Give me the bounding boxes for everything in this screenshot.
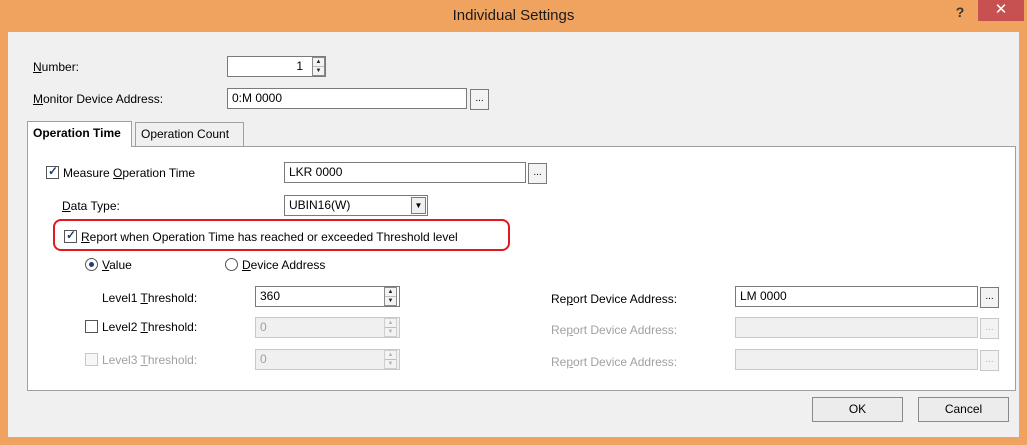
level1-report-pre: Re: [551, 292, 567, 306]
measure-label-pre: Measure: [63, 166, 114, 180]
monitor-address-label: Monitor Device Address:: [33, 92, 163, 106]
level2-threshold-value: 0: [260, 320, 267, 334]
level1-report-address-label: Report Device Address:: [551, 292, 677, 306]
window-title: Individual Settings: [452, 7, 575, 24]
help-button[interactable]: ?: [949, 2, 971, 24]
level3-threshold-value: 0: [260, 352, 267, 366]
level3-checkbox: [85, 353, 98, 366]
level1-label-pre: Level1: [102, 291, 141, 305]
measure-address-field[interactable]: LKR 0000: [284, 162, 526, 183]
level3-threshold-label: Level3 Threshold:: [102, 353, 197, 367]
monitor-address-field[interactable]: 0:M 0000: [227, 88, 467, 109]
level3-threshold-field: 0: [255, 349, 400, 370]
level3-report-address-label: Report Device Address:: [551, 355, 677, 369]
level3-browse-button: ...: [980, 350, 999, 371]
monitor-label-accel: M: [33, 92, 43, 106]
number-value: 1: [296, 59, 303, 73]
close-button[interactable]: ✕: [978, 0, 1024, 21]
level2-spinner: ▲ ▼: [384, 318, 397, 337]
number-label: Number:: [33, 60, 79, 74]
measure-operation-time-checkbox[interactable]: [46, 164, 59, 179]
monitor-label-text: onitor Device Address:: [43, 92, 164, 106]
level1-label-accel: T: [140, 291, 148, 305]
measure-label-accel: O: [113, 166, 123, 180]
measure-label-post: peration Time: [122, 166, 196, 180]
level2-label-accel: T: [140, 320, 148, 334]
device-radio-text: evice Address: [250, 258, 326, 272]
data-type-value: UBIN16(W): [289, 198, 351, 212]
device-address-radio[interactable]: [225, 258, 238, 271]
monitor-browse-button[interactable]: ...: [470, 89, 489, 110]
number-label-text: umber:: [41, 60, 80, 74]
measure-browse-button[interactable]: ...: [528, 163, 547, 184]
cancel-button[interactable]: Cancel: [918, 397, 1009, 422]
level3-label-pre: Level3: [102, 353, 141, 367]
value-radio-text: alue: [109, 258, 132, 272]
tab-operation-time[interactable]: Operation Time: [27, 121, 132, 147]
tab-operation-count[interactable]: Operation Count: [135, 122, 244, 146]
level1-report-post: ort Device Address:: [573, 292, 678, 306]
value-radio[interactable]: [85, 258, 98, 271]
level3-label-accel: T: [140, 353, 148, 367]
level2-report-address-field: [735, 317, 978, 338]
device-address-radio-label: Device Address: [242, 258, 325, 272]
monitor-address-value: 0:M 0000: [232, 91, 283, 105]
device-radio-accel: D: [242, 258, 251, 272]
chevron-down-icon[interactable]: ▼: [411, 197, 426, 214]
spinner-down-icon: ▼: [387, 361, 394, 367]
spinner-up-icon[interactable]: ▲: [313, 58, 324, 67]
level3-label-post: hreshold:: [147, 353, 198, 367]
level2-report-pre: Re: [551, 323, 567, 337]
level2-threshold-field: 0: [255, 317, 400, 338]
level1-label-post: hreshold:: [147, 291, 198, 305]
spinner-down-icon[interactable]: ▼: [313, 67, 324, 76]
data-type-select[interactable]: UBIN16(W): [284, 195, 428, 216]
spinner-up-icon[interactable]: ▲: [385, 288, 396, 297]
level1-threshold-field[interactable]: 360: [255, 286, 400, 307]
level1-threshold-value: 360: [260, 289, 281, 303]
level3-report-pre: Re: [551, 355, 567, 369]
spinner-down-icon[interactable]: ▼: [385, 297, 396, 306]
level1-report-address-field[interactable]: LM 0000: [735, 286, 978, 307]
level2-label-post: hreshold:: [147, 320, 198, 334]
level3-spinner: ▲ ▼: [384, 350, 397, 369]
value-radio-label: Value: [102, 258, 132, 272]
report-threshold-label: Report when Operation Time has reached o…: [81, 230, 458, 244]
measure-operation-time-label: Measure Operation Time: [63, 166, 195, 180]
level2-checkbox[interactable]: [85, 320, 98, 333]
report-label-text: eport when Operation Time has reached or…: [89, 230, 458, 244]
ok-button[interactable]: OK: [812, 397, 903, 422]
title-bar: Individual Settings ? ✕: [0, 0, 1027, 32]
data-type-label-accel: D: [62, 199, 71, 213]
spinner-up-icon: ▲: [385, 351, 396, 360]
number-label-accel: N: [33, 60, 42, 74]
level2-label-pre: Level2: [102, 320, 141, 334]
level1-threshold-label: Level1 Threshold:: [102, 291, 197, 305]
measure-address-value: LKR 0000: [289, 165, 343, 179]
level2-browse-button: ...: [980, 318, 999, 339]
level2-report-address-label: Report Device Address:: [551, 323, 677, 337]
level2-threshold-label: Level2 Threshold:: [102, 320, 197, 334]
report-label-accel: R: [81, 230, 90, 244]
spinner-down-icon: ▼: [387, 329, 394, 335]
report-threshold-checkbox[interactable]: [64, 228, 77, 243]
level3-report-address-field: [735, 349, 978, 370]
level2-report-post: ort Device Address:: [573, 323, 678, 337]
number-spinner[interactable]: ▲ ▼: [312, 57, 325, 76]
data-type-label-text: ata Type:: [70, 199, 120, 213]
level1-report-value: LM 0000: [740, 289, 787, 303]
level1-spinner[interactable]: ▲ ▼: [384, 287, 397, 306]
spinner-up-icon: ▲: [385, 319, 396, 328]
level3-report-post: ort Device Address:: [573, 355, 678, 369]
level1-browse-button[interactable]: ...: [980, 287, 999, 308]
data-type-label: Data Type:: [62, 199, 120, 213]
